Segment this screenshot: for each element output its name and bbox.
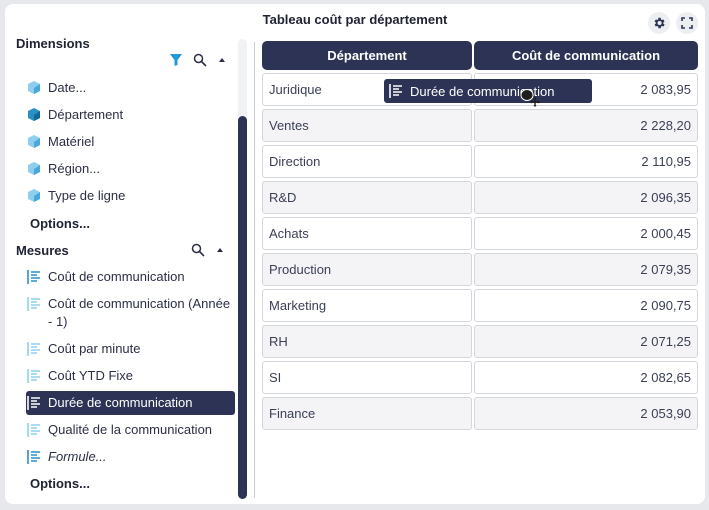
- measure-icon: [27, 396, 40, 410]
- measure-item-cout-annee-1[interactable]: Coût de communication (Année - 1): [26, 295, 235, 331]
- measure-item-formule[interactable]: Formule...: [26, 448, 235, 466]
- fullscreen-icon: [681, 17, 693, 29]
- dimension-label: Type de ligne: [48, 188, 126, 203]
- dimension-label: Date...: [48, 80, 87, 95]
- measure-item-cout-ytd-fixe[interactable]: Coût YTD Fixe: [26, 367, 235, 385]
- measure-icon: [27, 450, 40, 464]
- collapse-icon[interactable]: [215, 245, 225, 255]
- collapse-icon[interactable]: [217, 55, 227, 65]
- table-cell-value: 2 096,35: [474, 181, 698, 214]
- mesures-header: Mesures: [16, 243, 69, 258]
- gear-icon: [654, 17, 665, 29]
- table-cell-departement: Production: [262, 253, 472, 286]
- measure-label: Coût de communication: [48, 269, 185, 284]
- measure-item-cout-de-communication[interactable]: Coût de communication: [26, 268, 235, 286]
- table-cell-value: 2 079,35: [474, 253, 698, 286]
- measure-item-qualite[interactable]: Qualité de la communication: [26, 421, 235, 439]
- grab-cursor-icon: [520, 89, 540, 107]
- table-cell-value: 2 000,45: [474, 217, 698, 250]
- table-cell-value: 2 053,90: [474, 397, 698, 430]
- drag-ghost: Durée de communication: [384, 79, 592, 103]
- cube-icon: [28, 108, 40, 121]
- measure-item-duree-de-communication[interactable]: Durée de communication: [26, 391, 235, 415]
- measure-icon: [27, 342, 40, 356]
- search-icon[interactable]: [191, 243, 205, 257]
- table-cell-value: 2 082,65: [474, 361, 698, 394]
- table-cell-departement: Finance: [262, 397, 472, 430]
- table-cell-departement: R&D: [262, 181, 472, 214]
- cube-icon: [28, 189, 40, 202]
- column-header-departement[interactable]: Département: [262, 41, 472, 70]
- mesures-tools: [191, 243, 225, 257]
- dimension-item-date[interactable]: Date...: [26, 79, 235, 97]
- table-cell-departement: Ventes: [262, 109, 472, 142]
- search-icon[interactable]: [193, 53, 207, 67]
- cube-icon: [28, 162, 40, 175]
- measure-label: Coût de communication (Année - 1): [48, 296, 231, 329]
- dimensions-tools: [169, 53, 227, 67]
- cube-icon: [28, 81, 40, 94]
- measure-label: Qualité de la communication: [48, 422, 213, 437]
- mesures-options-link[interactable]: Options...: [30, 476, 90, 491]
- measure-item-cout-par-minute[interactable]: Coût par minute: [26, 340, 235, 358]
- scrollbar-thumb[interactable]: [238, 116, 247, 499]
- pane-divider: [254, 42, 255, 498]
- table-cell-departement: Marketing: [262, 289, 472, 322]
- measure-icon: [27, 297, 40, 311]
- table-cell-value: 2 090,75: [474, 289, 698, 322]
- page-title: Tableau coût par département: [262, 12, 448, 27]
- measure-label: Durée de communication: [48, 395, 193, 410]
- table-cell-departement: RH: [262, 325, 472, 358]
- table-cell-departement: Direction: [262, 145, 472, 178]
- settings-button[interactable]: [648, 12, 670, 34]
- cube-icon: [28, 135, 40, 148]
- dimension-item-type-de-ligne[interactable]: Type de ligne: [26, 187, 235, 205]
- table-cell-departement: Achats: [262, 217, 472, 250]
- dimension-item-materiel[interactable]: Matériel: [26, 133, 235, 151]
- measure-label: Formule...: [48, 449, 107, 464]
- widget-panel: Tableau coût par département Dimensions: [5, 4, 705, 504]
- dimensions-header: Dimensions: [16, 36, 90, 51]
- measure-label: Coût par minute: [48, 341, 141, 356]
- column-header-cout[interactable]: Coût de communication: [474, 41, 698, 70]
- table-cell-departement: SI: [262, 361, 472, 394]
- measure-icon: [27, 423, 40, 437]
- table-cell-value: 2 110,95: [474, 145, 698, 178]
- filter-icon[interactable]: [169, 53, 183, 67]
- measure-icon: [27, 270, 40, 284]
- dimensions-options-link[interactable]: Options...: [30, 216, 90, 231]
- measure-icon: [389, 84, 402, 98]
- dimension-label: Département: [48, 107, 124, 122]
- dimension-item-departement[interactable]: Département: [26, 106, 235, 124]
- table-cell-value: 2 228,20: [474, 109, 698, 142]
- table-cell-value: 2 071,25: [474, 325, 698, 358]
- measure-icon: [27, 369, 40, 383]
- dimension-item-region[interactable]: Région...: [26, 160, 235, 178]
- dimension-label: Matériel: [48, 134, 95, 149]
- measure-label: Coût YTD Fixe: [48, 368, 134, 383]
- fullscreen-button[interactable]: [676, 12, 698, 34]
- dimension-label: Région...: [48, 161, 101, 176]
